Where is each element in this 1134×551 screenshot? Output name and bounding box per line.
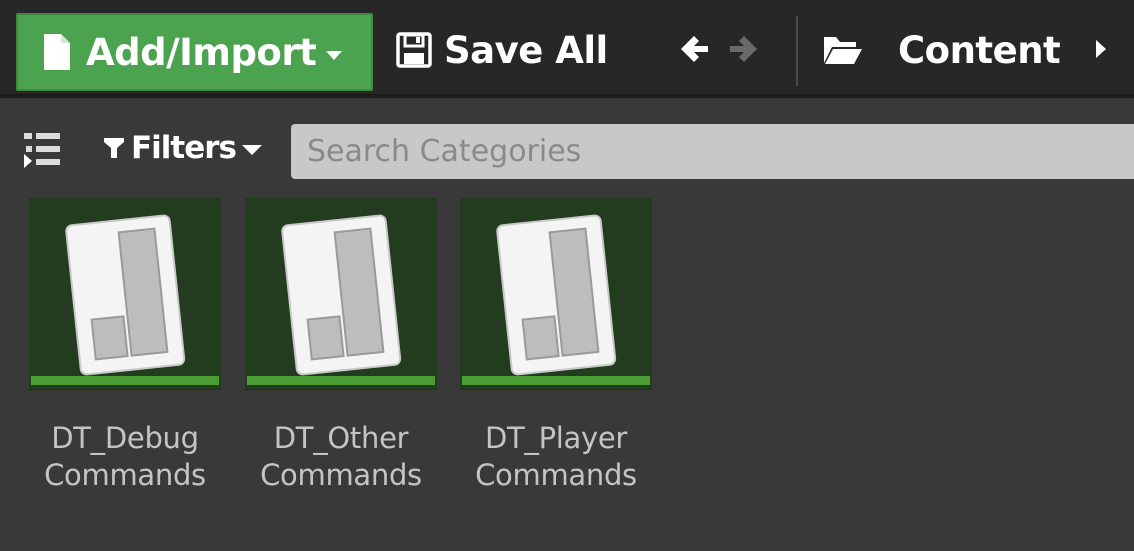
content-browser-toolbar: Add/Import Save All Content bbox=[0, 0, 1134, 98]
floppy-disk-icon bbox=[396, 32, 432, 68]
asset-thumbnail bbox=[460, 198, 652, 389]
data-table-icon bbox=[496, 214, 617, 376]
data-table-icon bbox=[65, 214, 186, 376]
asset-name: DT_Other Commands bbox=[231, 420, 451, 494]
folder-open-icon bbox=[824, 37, 862, 64]
filter-bar: Filters bbox=[0, 102, 1134, 194]
asset-type-bar bbox=[31, 376, 219, 385]
add-import-label: Add/Import bbox=[86, 30, 317, 74]
asset-name-line1: DT_Other bbox=[273, 421, 409, 455]
search-input[interactable] bbox=[291, 124, 1134, 179]
asset-name-line1: DT_Player bbox=[484, 421, 628, 455]
asset-name: DT_Player Commands bbox=[446, 420, 666, 494]
asset-name-line1: DT_Debug bbox=[51, 421, 199, 455]
funnel-icon bbox=[104, 138, 124, 158]
asset-thumbnail bbox=[245, 198, 437, 389]
chevron-right-icon[interactable] bbox=[1096, 40, 1106, 58]
save-all-button[interactable]: Save All bbox=[396, 22, 608, 78]
save-all-label: Save All bbox=[444, 28, 608, 72]
tree-list-icon[interactable] bbox=[22, 130, 68, 172]
asset-name-line2: Commands bbox=[44, 458, 206, 492]
breadcrumb-label: Content bbox=[898, 28, 1061, 72]
add-import-button[interactable]: Add/Import bbox=[16, 13, 373, 91]
chevron-down-icon bbox=[326, 50, 343, 60]
chevron-down-icon bbox=[242, 145, 263, 155]
toolbar-divider bbox=[796, 16, 798, 86]
breadcrumb-content[interactable]: Content bbox=[822, 22, 1061, 78]
asset-thumbnail bbox=[29, 198, 221, 389]
asset-name-line2: Commands bbox=[475, 458, 637, 492]
asset-type-bar bbox=[462, 376, 650, 385]
arrow-left-icon[interactable] bbox=[678, 32, 710, 66]
new-file-icon bbox=[44, 34, 70, 70]
filters-label: Filters bbox=[131, 130, 237, 166]
content-browser: Add/Import Save All Content Filters Sear… bbox=[0, 0, 1134, 551]
filters-dropdown[interactable]: Filters bbox=[103, 130, 263, 166]
asset-name-line2: Commands bbox=[260, 458, 422, 492]
asset-type-bar bbox=[247, 376, 435, 385]
asset-name: DT_Debug Commands bbox=[15, 420, 235, 494]
data-table-icon bbox=[281, 214, 402, 376]
arrow-right-icon[interactable] bbox=[728, 32, 760, 66]
